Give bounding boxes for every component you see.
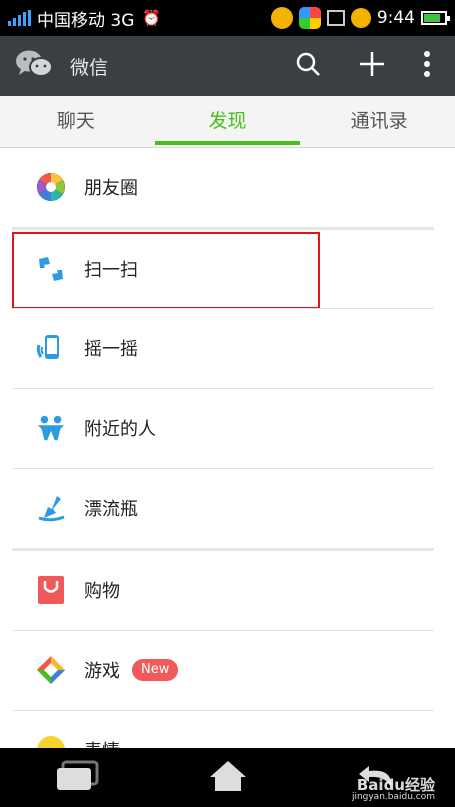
list-item-label: 游戏 xyxy=(84,661,120,682)
stickers-icon xyxy=(36,735,66,748)
clock-time: 9:44 xyxy=(376,8,415,28)
list-item-drift-bottle[interactable]: 漂流瓶 xyxy=(0,469,455,547)
list-item-shake[interactable]: 摇一摇 xyxy=(0,309,455,387)
discover-list: 朋友圈 扫一扫 摇一摇 附近的人 漂流瓶 购物 游戏 New xyxy=(0,148,455,748)
drift-bottle-icon xyxy=(36,493,66,523)
security-app-icon xyxy=(270,7,293,29)
moments-icon xyxy=(36,172,66,202)
search-icon[interactable] xyxy=(295,51,321,81)
list-item-moments[interactable]: 朋友圈 xyxy=(0,148,455,226)
action-bar: 微信 xyxy=(0,36,455,96)
people-nearby-icon xyxy=(36,413,66,443)
home-icon[interactable] xyxy=(208,759,248,797)
list-item-stickers[interactable]: 表情 xyxy=(0,711,455,748)
list-item-people-nearby[interactable]: 附近的人 xyxy=(0,389,455,467)
plus-app-icon xyxy=(350,8,371,28)
list-item-games[interactable]: 游戏 New xyxy=(0,631,455,709)
list-item-label: 表情 xyxy=(84,737,120,748)
list-item-label: 附近的人 xyxy=(84,419,156,440)
watermark-text: Baidu经验 xyxy=(356,775,435,794)
recent-apps-icon[interactable] xyxy=(55,760,99,796)
carrier-label: 中国移动 3G xyxy=(37,10,135,31)
signal-strength-icon xyxy=(8,10,31,26)
new-badge: New xyxy=(132,659,179,681)
list-item-label: 漂流瓶 xyxy=(84,499,138,520)
status-bar: 中国移动 3G ⏰ 9:44 xyxy=(0,0,455,36)
image-notification-icon xyxy=(326,10,345,26)
shake-icon xyxy=(36,333,66,363)
list-item-label: 购物 xyxy=(84,581,120,602)
overflow-menu-icon[interactable] xyxy=(423,51,431,81)
shopping-icon xyxy=(36,575,66,605)
highlight-box xyxy=(12,232,320,309)
app-store-icon xyxy=(298,7,321,29)
list-item-label: 朋友圈 xyxy=(84,178,138,199)
battery-icon xyxy=(421,11,450,25)
games-icon xyxy=(36,655,66,685)
wechat-icon[interactable] xyxy=(14,48,54,84)
tab-chats[interactable]: 聊天 xyxy=(0,96,152,147)
alarm-icon: ⏰ xyxy=(142,9,162,27)
main-tabs: 聊天 发现 通讯录 xyxy=(0,96,455,148)
app-title: 微信 xyxy=(70,56,109,79)
watermark-url: jingyan.baidu.com xyxy=(351,792,435,803)
baidu-watermark: Baidu经验 jingyan.baidu.com xyxy=(351,775,435,803)
list-item-shopping[interactable]: 购物 xyxy=(0,551,455,629)
tab-discover[interactable]: 发现 xyxy=(152,96,304,147)
add-icon[interactable] xyxy=(359,51,385,81)
list-item-label: 摇一摇 xyxy=(84,339,138,360)
tab-contacts[interactable]: 通讯录 xyxy=(303,96,455,147)
